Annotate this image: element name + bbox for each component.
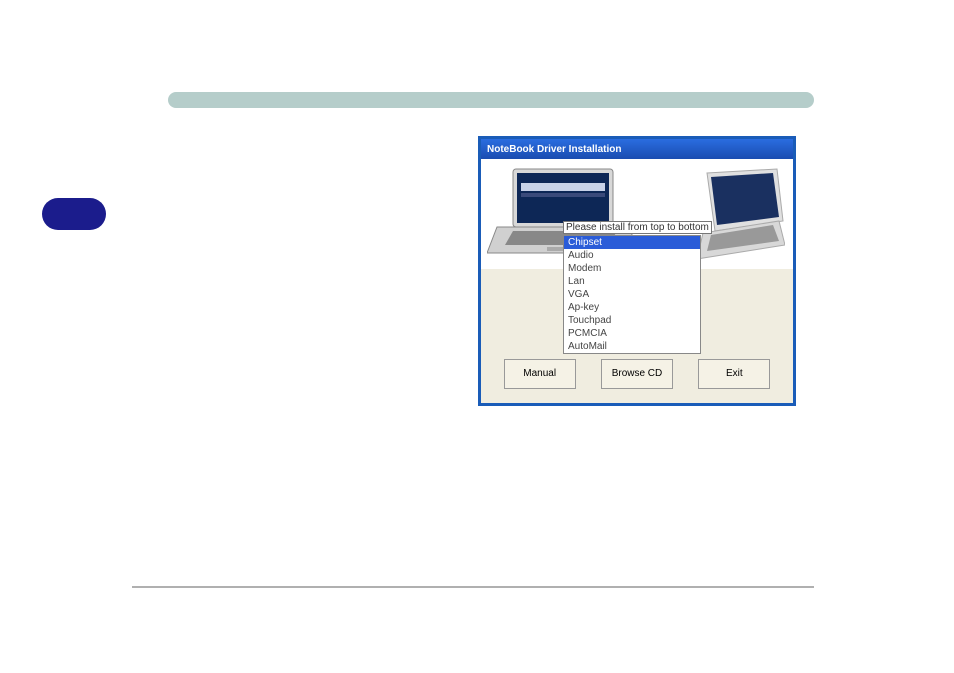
footer-divider [132,586,814,588]
buttons-row: Manual Browse CD Exit [481,359,793,389]
driver-item-touchpad[interactable]: Touchpad [564,314,700,327]
window-body: Please install from top to bottom Chipse… [481,159,793,403]
driver-item-automail[interactable]: AutoMail [564,340,700,353]
browse-cd-button[interactable]: Browse CD [601,359,673,389]
window-titlebar[interactable]: NoteBook Driver Installation [481,139,793,159]
manual-button[interactable]: Manual [504,359,576,389]
header-bar [168,92,814,108]
exit-button[interactable]: Exit [698,359,770,389]
driver-installation-window: NoteBook Driver Installation Please inst… [478,136,796,406]
laptop-image-right [689,163,785,261]
instruction-label: Please install from top to bottom [563,221,712,234]
driver-list[interactable]: Chipset Audio Modem Lan VGA Ap-key Touch… [563,235,701,354]
driver-item-lan[interactable]: Lan [564,275,700,288]
driver-item-apkey[interactable]: Ap-key [564,301,700,314]
driver-item-chipset[interactable]: Chipset [564,236,700,249]
driver-item-audio[interactable]: Audio [564,249,700,262]
driver-item-vga[interactable]: VGA [564,288,700,301]
window-title: NoteBook Driver Installation [487,144,621,155]
driver-item-modem[interactable]: Modem [564,262,700,275]
driver-item-pcmcia[interactable]: PCMCIA [564,327,700,340]
side-tab-badge [42,198,106,230]
